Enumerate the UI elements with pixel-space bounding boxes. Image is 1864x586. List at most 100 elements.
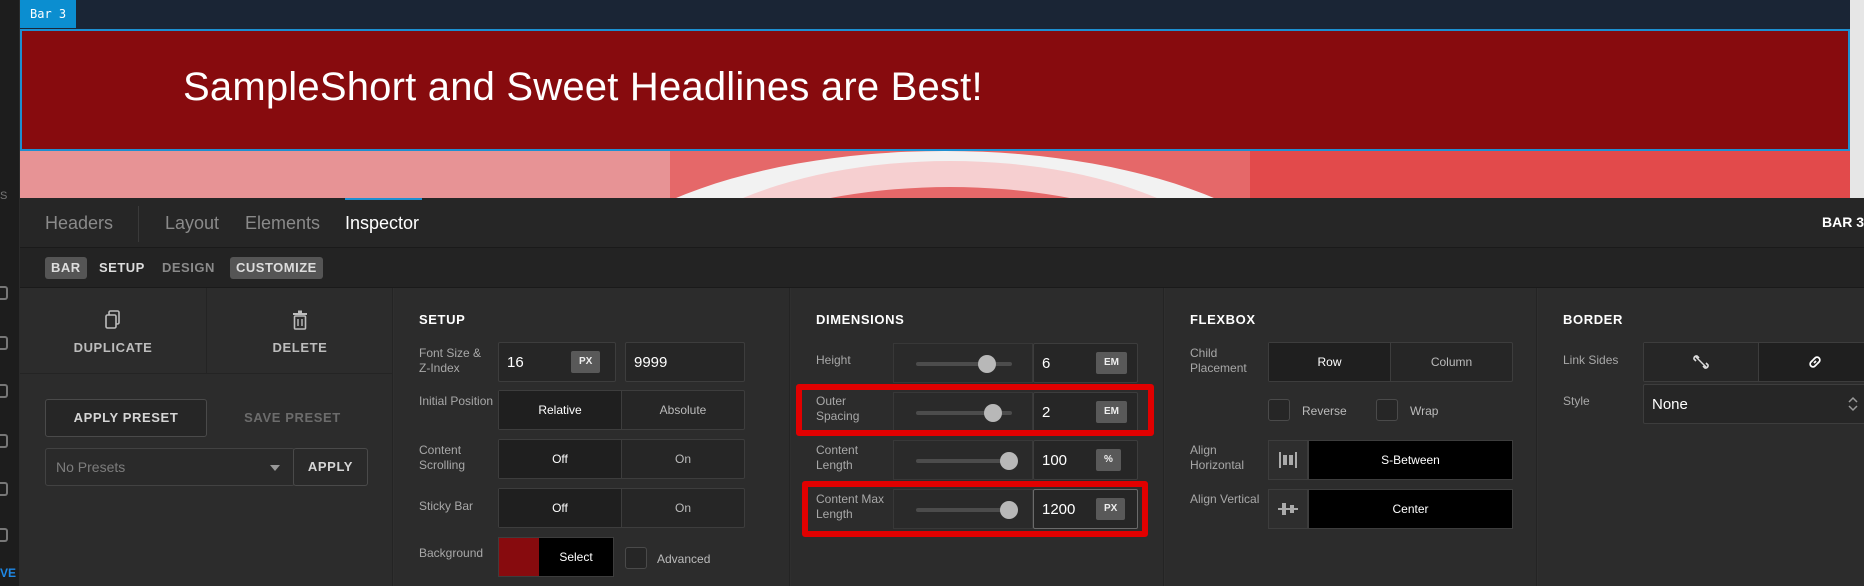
outer-spacing-highlight	[796, 384, 1154, 436]
font-size-value: 16	[507, 354, 524, 371]
content-length-input[interactable]: 100 %	[1033, 440, 1138, 480]
position-relative-option[interactable]: Relative	[499, 391, 622, 429]
apply-button[interactable]: APPLY	[293, 448, 368, 486]
tab-layout[interactable]: Layout	[165, 213, 219, 234]
link-sides-label: Link Sides	[1563, 353, 1619, 367]
app-root: Bar 3 SampleShort and Sweet Headlines ar…	[0, 0, 1864, 586]
height-slider-knob[interactable]	[978, 355, 996, 373]
height-slider[interactable]	[893, 343, 1033, 383]
slider-track	[916, 362, 1012, 366]
font-size-input[interactable]: 16 PX	[498, 342, 616, 382]
scrolling-toggle: Off On	[498, 439, 745, 479]
wrap-checkbox[interactable]	[1376, 399, 1398, 421]
headline-text[interactable]: SampleShort and Sweet Headlines are Best…	[183, 65, 983, 110]
preset-select[interactable]: No Presets	[45, 448, 295, 486]
border-title: BORDER	[1563, 312, 1623, 327]
link-sides-option[interactable]	[1758, 343, 1864, 381]
unlink-sides-option[interactable]	[1644, 343, 1759, 381]
content-length-unit[interactable]: %	[1096, 449, 1121, 471]
placement-column-option[interactable]: Column	[1391, 343, 1512, 381]
delete-label: DELETE	[272, 340, 328, 355]
advanced-checkbox[interactable]	[625, 547, 647, 569]
child-placement-label: Child Placement	[1190, 346, 1247, 375]
space-between-icon	[1279, 452, 1297, 468]
content-length-slider-knob[interactable]	[1000, 452, 1018, 470]
save-preset-button[interactable]: SAVE PRESET	[210, 399, 375, 437]
background-label: Background	[419, 546, 484, 560]
scrolling-on-option[interactable]: On	[622, 440, 744, 478]
setup-title: SETUP	[419, 312, 466, 327]
inspector-columns: DUPLICATE DELETE APPLY PRESET SAVE PRESE…	[20, 288, 1864, 586]
reverse-checkbox[interactable]	[1268, 399, 1290, 421]
inspector-panel: Headers Layout Elements Inspector BAR 3 …	[20, 198, 1864, 586]
tab-divider	[138, 206, 139, 242]
height-label: Height	[816, 353, 851, 367]
sticky-toggle: Off On	[498, 488, 745, 528]
active-tab-indicator	[345, 198, 422, 200]
height-value: 6	[1042, 355, 1051, 372]
subtab-setup[interactable]: SETUP	[93, 257, 151, 279]
strip-icon[interactable]	[0, 384, 8, 398]
strip-label[interactable]: VE	[0, 566, 16, 580]
left-tool-strip: S VE	[0, 0, 20, 586]
chevron-down-icon	[270, 465, 280, 471]
header-bar-3[interactable]: SampleShort and Sweet Headlines are Best…	[20, 29, 1850, 151]
strip-icon[interactable]	[0, 336, 8, 350]
border-section: BORDER Link Sides Style None	[1538, 288, 1864, 586]
placement-toggle: Row Column	[1268, 342, 1513, 382]
z-index-input[interactable]: 9999	[625, 342, 745, 382]
background-picker[interactable]: Select	[498, 537, 614, 577]
strip-icon[interactable]	[0, 528, 8, 542]
flexbox-title: FLEXBOX	[1190, 312, 1256, 327]
setup-section: SETUP Font Size & Z-Index 16 PX 9999 Ini…	[394, 288, 790, 586]
height-unit[interactable]: EM	[1096, 352, 1127, 374]
position-toggle: Relative Absolute	[498, 390, 745, 430]
scrolling-off-option[interactable]: Off	[499, 440, 622, 478]
dimensions-section: DIMENSIONS Height 6 EM Outer Spacing 2 E…	[791, 288, 1164, 586]
strip-icon[interactable]	[0, 286, 8, 300]
bar-tag[interactable]: Bar 3	[20, 0, 77, 28]
content-length-label: Content Length	[816, 443, 859, 472]
apply-preset-button[interactable]: APPLY PRESET	[45, 399, 207, 437]
subtab-customize[interactable]: CUSTOMIZE	[230, 257, 323, 279]
duplicate-label: DUPLICATE	[73, 340, 153, 355]
content-scrolling-label: Content Scrolling	[419, 443, 466, 472]
align-vertical-icon-cell	[1268, 489, 1308, 529]
subtab-design[interactable]: DESIGN	[156, 257, 221, 279]
sticky-off-option[interactable]: Off	[499, 489, 622, 527]
height-input[interactable]: 6 EM	[1033, 343, 1138, 383]
content-length-slider[interactable]	[893, 440, 1033, 480]
align-vertical-select[interactable]: Center	[1308, 489, 1513, 529]
link-icon	[1809, 356, 1821, 368]
border-style-value: None	[1652, 396, 1688, 413]
font-size-unit[interactable]: PX	[571, 351, 601, 373]
background-select-button[interactable]: Select	[539, 538, 613, 576]
background-swatch[interactable]	[499, 538, 539, 576]
tab-headers[interactable]: Headers	[45, 213, 113, 234]
initial-position-label: Initial Position	[419, 394, 494, 408]
actions-column: DUPLICATE DELETE APPLY PRESET SAVE PRESE…	[20, 288, 393, 586]
position-absolute-option[interactable]: Absolute	[622, 391, 744, 429]
sticky-bar-label: Sticky Bar	[419, 499, 474, 513]
preview-canvas: Bar 3 SampleShort and Sweet Headlines ar…	[0, 0, 1864, 201]
align-horizontal-select[interactable]: S-Between	[1308, 440, 1513, 480]
link-sides-toggle	[1643, 342, 1864, 382]
preview-scrollbar[interactable]	[1850, 0, 1864, 200]
border-style-select[interactable]: None	[1643, 384, 1864, 424]
hero-red-shape	[1250, 151, 1850, 201]
duplicate-button[interactable]: DUPLICATE	[20, 288, 206, 374]
placement-row-option[interactable]: Row	[1269, 343, 1391, 381]
strip-icon[interactable]	[0, 482, 8, 496]
strip-icon[interactable]	[0, 434, 8, 448]
tab-inspector[interactable]: Inspector	[345, 213, 419, 234]
preset-select-value: No Presets	[56, 459, 126, 475]
delete-button[interactable]: DELETE	[207, 288, 393, 374]
dimensions-title: DIMENSIONS	[816, 312, 905, 327]
align-horizontal-label: Align Horizontal	[1190, 443, 1245, 472]
flexbox-section: FLEXBOX Child Placement Row Column Rever…	[1165, 288, 1537, 586]
tab-elements[interactable]: Elements	[245, 213, 320, 234]
duplicate-icon	[105, 310, 120, 329]
tab-bar: Headers Layout Elements Inspector BAR 3	[20, 198, 1864, 248]
sticky-on-option[interactable]: On	[622, 489, 744, 527]
select-arrows-icon	[1848, 396, 1858, 412]
